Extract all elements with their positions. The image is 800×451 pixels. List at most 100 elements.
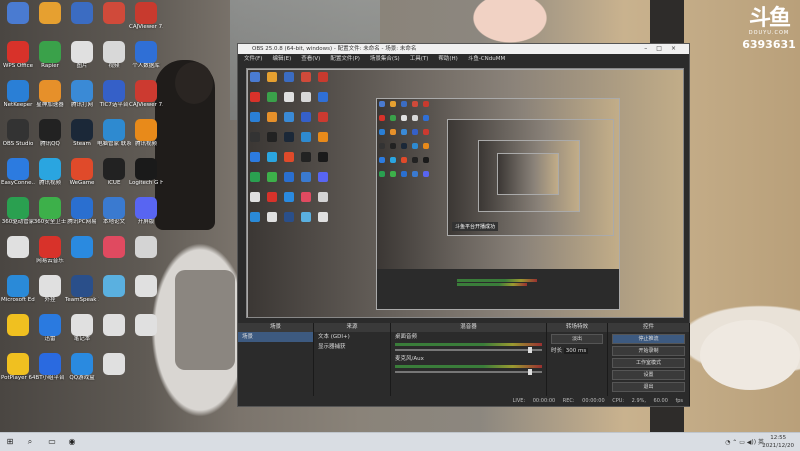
desktop-icon[interactable]: NetKeeper bbox=[1, 80, 35, 109]
desktop-icon[interactable]: 外挂 bbox=[33, 275, 67, 304]
preview-desktop-icon bbox=[250, 192, 260, 202]
desktop-icon[interactable]: 星神加速器 bbox=[33, 80, 67, 109]
clock[interactable]: 12:55 2021/12/20 bbox=[762, 434, 794, 450]
desktop-icon[interactable]: EasyConne... bbox=[1, 158, 35, 187]
desktop-icon[interactable]: 360安全卫士 bbox=[33, 197, 67, 226]
preview-desktop-icon bbox=[423, 143, 429, 149]
preview-desktop-icon bbox=[301, 132, 311, 142]
transitions-dock: 转场特效 淡出 时长 300 ms bbox=[547, 323, 608, 406]
desktop-icon[interactable]: 腾讯视频 bbox=[129, 119, 163, 148]
system-tray[interactable]: ◔ ⌃ ▭ ◀)) 英 bbox=[725, 437, 764, 446]
window-controls[interactable]: –□× bbox=[644, 44, 685, 54]
desktop-icon[interactable]: QQ游戏盒 bbox=[65, 353, 99, 382]
menu-douyu[interactable]: 斗鱼-CNduMM bbox=[468, 54, 505, 65]
desktop-icon[interactable] bbox=[97, 275, 131, 297]
preview-desktop-icon bbox=[301, 172, 311, 182]
menu-edit[interactable]: 编辑(E) bbox=[272, 54, 291, 65]
search-icon[interactable]: ⌕ bbox=[24, 436, 36, 448]
desktop-icon[interactable]: iCUE bbox=[97, 158, 131, 187]
desktop-icon-label: Steam bbox=[73, 141, 91, 147]
desktop-icon[interactable] bbox=[97, 236, 131, 258]
desktop-icon[interactable]: 开屏版 bbox=[129, 197, 163, 226]
desktop-icon[interactable]: 本地论文 bbox=[97, 197, 131, 226]
desktop-icon[interactable] bbox=[129, 275, 163, 297]
source-item-display[interactable]: 显示器捕获 bbox=[314, 342, 390, 352]
desktop-icon-label: 开屏版 bbox=[137, 219, 155, 225]
transition-select[interactable]: 淡出 bbox=[551, 334, 603, 344]
desktop-icon[interactable] bbox=[97, 2, 131, 24]
desktop-icon[interactable]: PotPlayer 64 bit bbox=[1, 353, 35, 382]
desktop-icon[interactable]: 360驱动管家 bbox=[1, 197, 35, 226]
desktop-icon[interactable]: 笔记本 bbox=[65, 314, 99, 343]
preview-desktop-icon bbox=[423, 101, 429, 107]
exit-button[interactable]: 退出 bbox=[612, 382, 685, 392]
studio-mode-button[interactable]: 工作室模式 bbox=[612, 358, 685, 368]
menu-help[interactable]: 帮助(H) bbox=[438, 54, 457, 65]
preview-desktop-icon bbox=[412, 143, 418, 149]
scene-item[interactable]: 场景 bbox=[238, 332, 313, 342]
start-recording-button[interactable]: 开始录制 bbox=[612, 346, 685, 356]
preview-desktop-icon bbox=[301, 72, 311, 82]
desktop-icon[interactable]: TeamSpeak 3 bbox=[65, 275, 99, 304]
desktop-icon[interactable]: WeGame bbox=[65, 158, 99, 187]
app-icon bbox=[135, 119, 157, 141]
desktop-volume-slider[interactable] bbox=[395, 347, 542, 353]
desktop-icon[interactable]: CAJViewer 7.2 bbox=[129, 2, 163, 31]
desktop-icon[interactable] bbox=[1, 314, 35, 336]
desktop-icon[interactable]: 迅雷 bbox=[33, 314, 67, 343]
desktop-icon[interactable]: TIC7话平台 bbox=[97, 80, 131, 109]
desktop-icon[interactable]: Logitech G HUB bbox=[129, 158, 163, 187]
app-icon bbox=[39, 158, 61, 180]
desktop-icon-label: EasyConne... bbox=[1, 180, 35, 186]
desktop-icon[interactable]: 腾讯打网 bbox=[65, 80, 99, 109]
desktop-icon[interactable]: 电脑管家 联系 bbox=[97, 119, 131, 148]
desktop-icon[interactable]: BT小组平台 bbox=[33, 353, 67, 382]
desktop-icon[interactable]: 腾讯PC网易 bbox=[65, 197, 99, 226]
preview-desktop-icon bbox=[267, 112, 277, 122]
app-icon bbox=[103, 236, 125, 258]
app-icon bbox=[71, 236, 93, 258]
desktop-icon[interactable] bbox=[1, 2, 35, 24]
desktop-icon[interactable] bbox=[65, 236, 99, 258]
source-item-text[interactable]: 文本 (GDI+) bbox=[314, 332, 390, 342]
mic-volume-slider[interactable] bbox=[395, 369, 542, 375]
tray-icons[interactable]: ◔ ⌃ ▭ ◀)) bbox=[725, 439, 758, 446]
obs-window[interactable]: OBS 25.0.8 (64-bit, windows) - 配置文件: 未命名… bbox=[237, 43, 690, 407]
start-icon[interactable]: ⊞ bbox=[4, 436, 16, 448]
menu-file[interactable]: 文件(F) bbox=[244, 54, 262, 65]
desktop-icon[interactable]: OBS Studio bbox=[1, 119, 35, 148]
stop-streaming-button[interactable]: 停止推流 bbox=[612, 334, 685, 344]
desktop-icon[interactable]: Rapier bbox=[33, 41, 67, 70]
menu-view[interactable]: 查看(V) bbox=[301, 54, 320, 65]
desktop-icon[interactable] bbox=[97, 314, 131, 336]
desktop-icon[interactable] bbox=[1, 236, 35, 258]
task-view-icon[interactable]: ▭ bbox=[46, 436, 58, 448]
desktop-icon[interactable]: CAJViewer 7.2 bbox=[129, 80, 163, 109]
desktop-icon[interactable]: 视频 bbox=[97, 41, 131, 70]
settings-button[interactable]: 设置 bbox=[612, 370, 685, 380]
desktop-icon[interactable]: Microsoft Edge bbox=[1, 275, 35, 304]
desktop-icon[interactable] bbox=[97, 353, 131, 375]
desktop-icon[interactable] bbox=[129, 236, 163, 258]
wallpaper-table bbox=[700, 320, 800, 390]
desktop-icon[interactable]: 网易云音乐 bbox=[33, 236, 67, 265]
menu-profile[interactable]: 配置文件(P) bbox=[330, 54, 360, 65]
desktop-icon[interactable]: 腾讯QQ bbox=[33, 119, 67, 148]
desktop-icon[interactable]: WPS Office bbox=[1, 41, 35, 70]
obs-preview[interactable]: 斗鱼平台开播成功 bbox=[246, 68, 684, 318]
app-icon bbox=[7, 197, 29, 219]
desktop-icon[interactable] bbox=[129, 314, 163, 336]
menu-tools[interactable]: 工具(T) bbox=[410, 54, 429, 65]
duration-value[interactable]: 300 ms bbox=[563, 348, 589, 354]
obs-titlebar[interactable]: OBS 25.0.8 (64-bit, windows) - 配置文件: 未命名… bbox=[238, 44, 689, 54]
preview-level-3: 斗鱼平台开播成功 bbox=[447, 119, 614, 236]
desktop-icon[interactable]: Steam bbox=[65, 119, 99, 148]
mixer-dock: 混音器 桌面音频 麦克风/Aux bbox=[391, 323, 547, 406]
desktop-icon[interactable]: 图片 bbox=[65, 41, 99, 70]
obs-icon[interactable]: ◉ bbox=[66, 436, 78, 448]
desktop-icon[interactable] bbox=[65, 2, 99, 24]
desktop-icon[interactable]: 个人数据库 bbox=[129, 41, 163, 70]
desktop-icon[interactable]: 腾讯视频 bbox=[33, 158, 67, 187]
menu-scene-collection[interactable]: 场景集合(S) bbox=[370, 54, 400, 65]
desktop-icon[interactable] bbox=[33, 2, 67, 24]
